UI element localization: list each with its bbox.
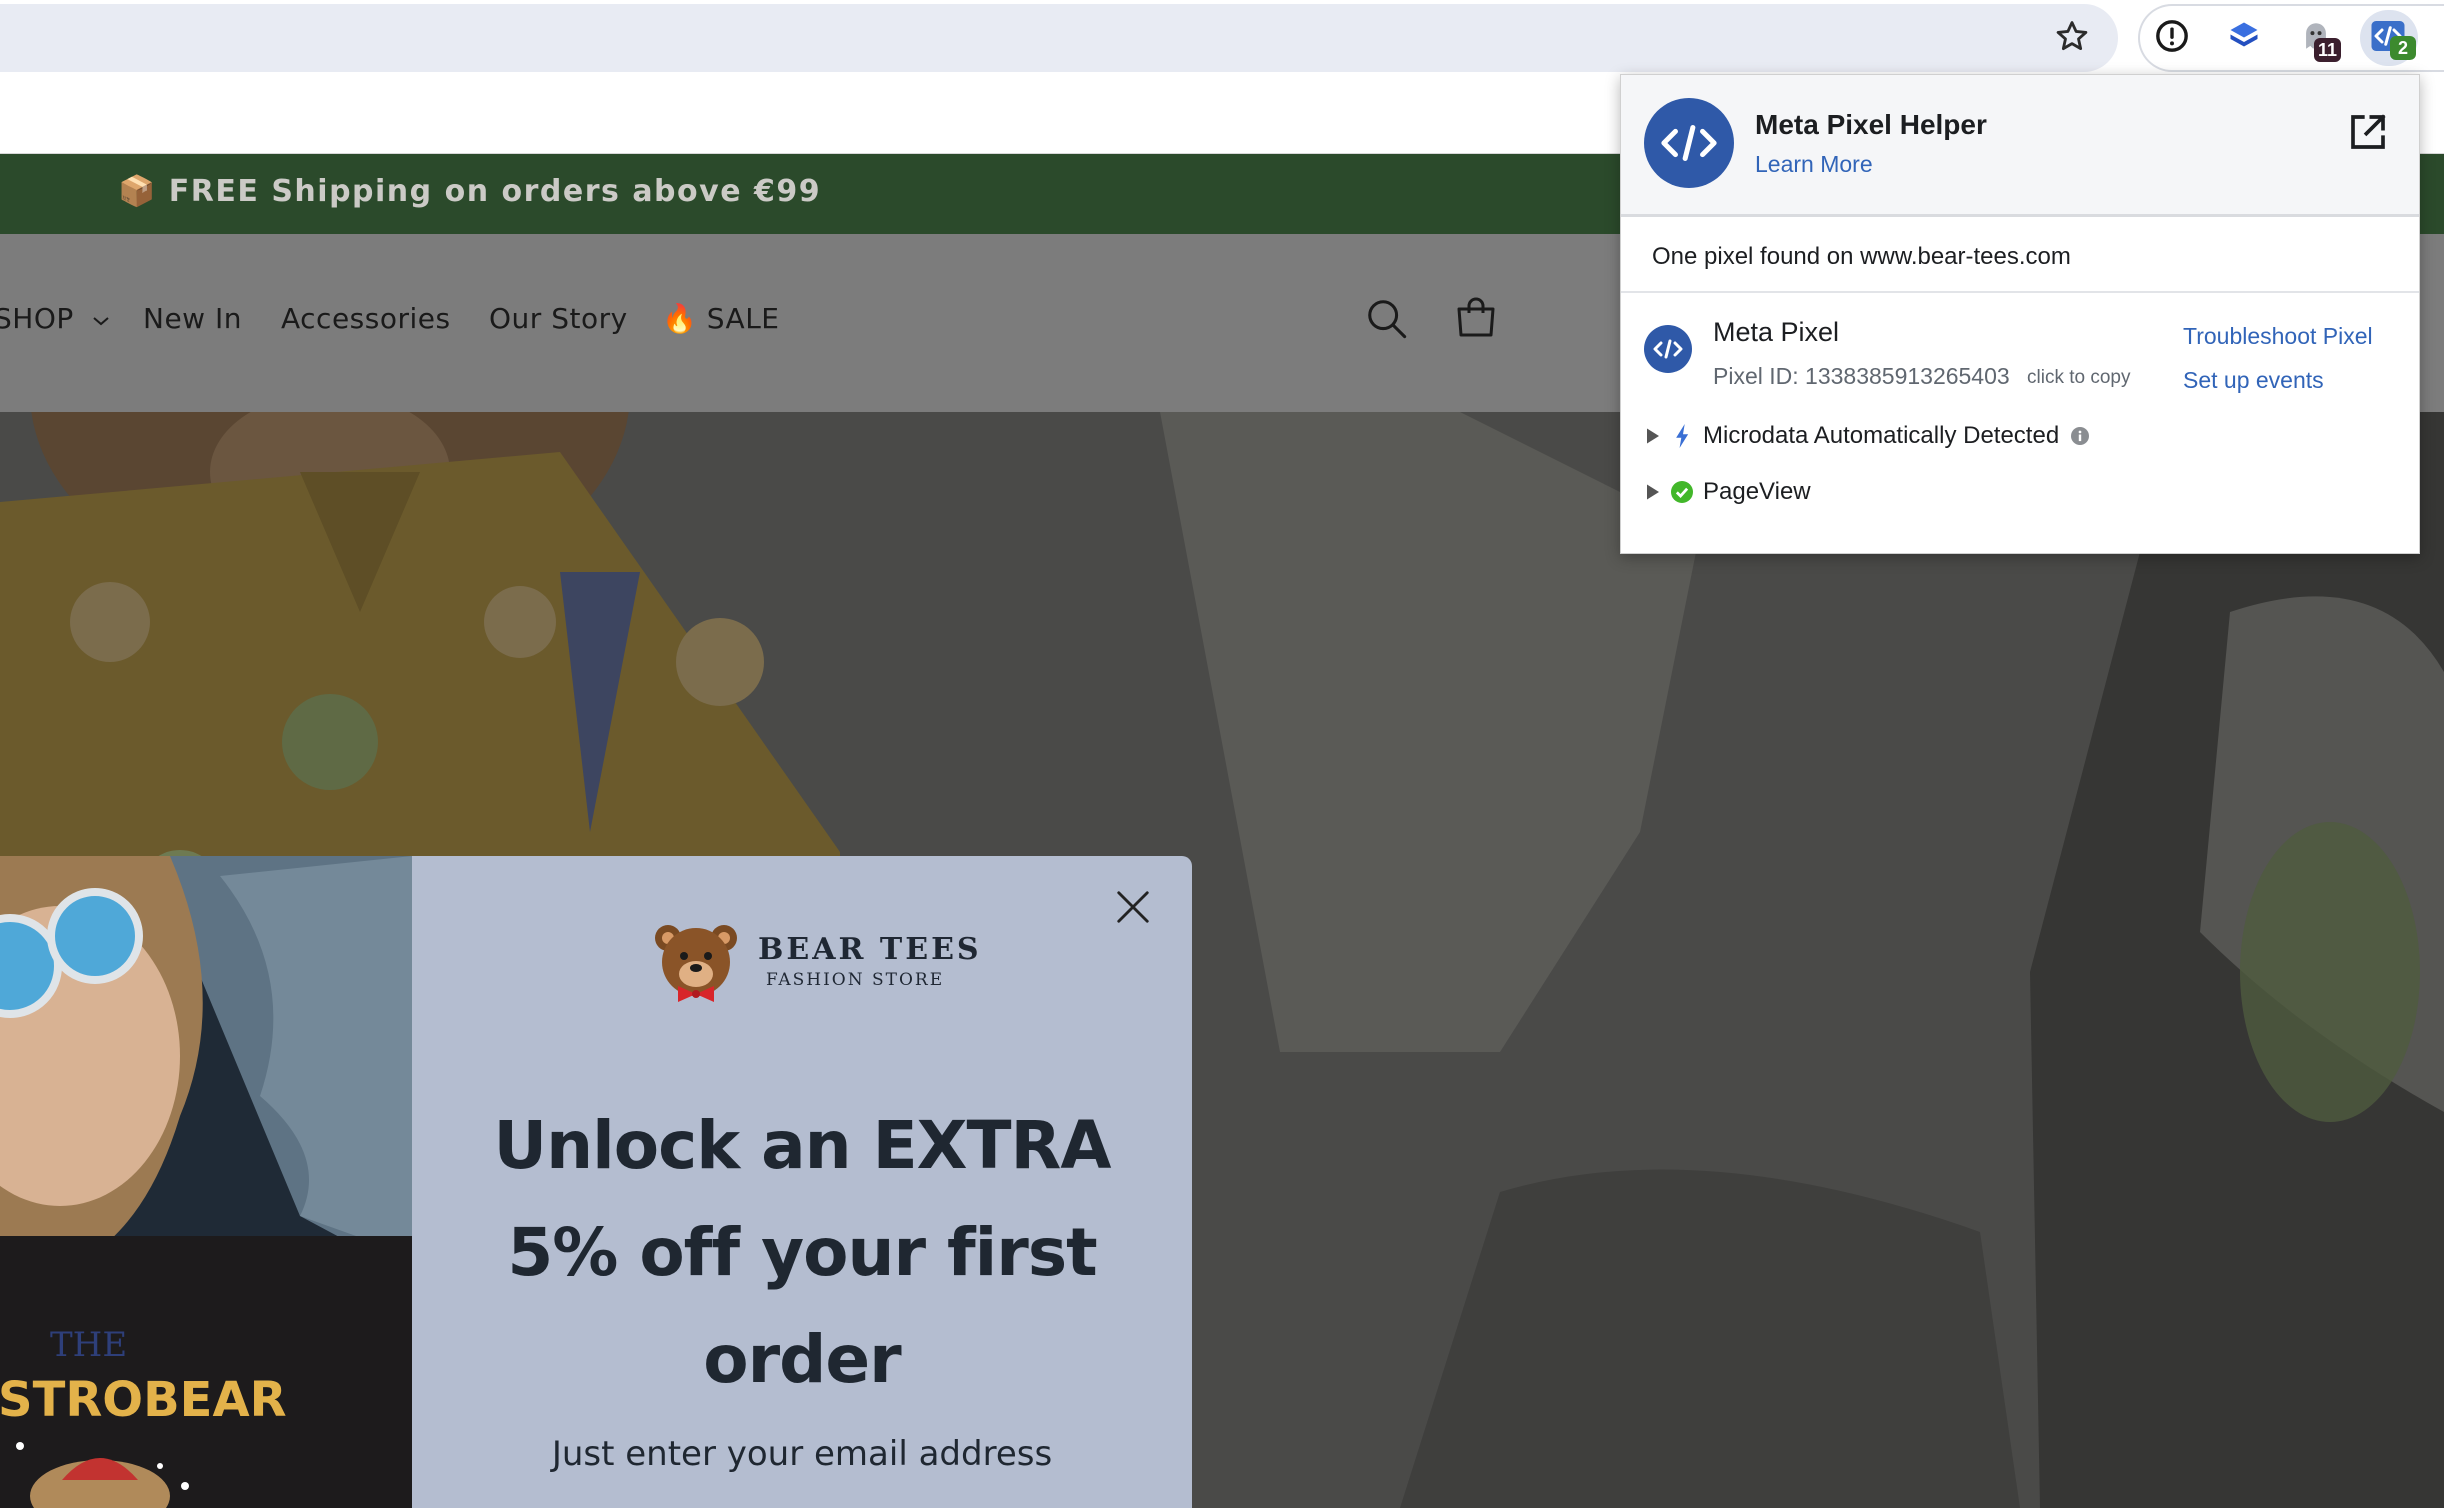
promo-heading: Unlock an EXTRA 5% off your first order — [442, 1092, 1162, 1413]
shirt-print-the: THE — [50, 1325, 127, 1365]
address-bar[interactable] — [0, 4, 2118, 72]
expand-triangle-icon — [1647, 428, 1659, 444]
event-microdata[interactable]: Microdata Automatically Detected — [1645, 419, 2090, 453]
divider — [1621, 291, 2419, 293]
brand-name: BEAR TEES — [758, 932, 982, 967]
search-icon[interactable] — [1364, 296, 1410, 342]
bookmark-star-icon[interactable] — [2050, 14, 2094, 58]
pixel-name: Meta Pixel — [1713, 317, 1840, 347]
blue-cube-icon[interactable] — [2222, 14, 2266, 58]
close-icon[interactable] — [1110, 884, 1156, 930]
nav-shop-label: SHOP — [0, 302, 74, 335]
nav-shop[interactable]: SHOP — [0, 302, 111, 335]
popup-model-image: THE STROBEAR — [0, 856, 412, 1508]
pixel-helper-title: Meta Pixel Helper — [1755, 109, 1987, 140]
popup-content: BEAR TEES FASHION STORE Unlock an EXTRA … — [412, 856, 1192, 1508]
expand-triangle-icon — [1647, 484, 1659, 500]
announcement-text: 📦 FREE Shipping on orders above €99 — [118, 174, 822, 209]
brand-subtitle: FASHION STORE — [766, 970, 945, 990]
nav-sale[interactable]: 🔥 SALE — [662, 302, 780, 335]
nav-accessories[interactable]: Accessories — [281, 302, 451, 335]
troubleshoot-pixel-link[interactable]: Troubleshoot Pixel — [2183, 323, 2373, 350]
pixel-helper-header: Meta Pixel Helper Learn More — [1621, 75, 2419, 217]
pixel-id: Pixel ID: 1338385913265403 — [1713, 363, 2010, 389]
pixel-helper-popup: Meta Pixel Helper Learn More One pixel f… — [1620, 74, 2420, 554]
brand-logo: BEAR TEES FASHION STORE — [648, 916, 979, 1012]
pixel-found-summary: One pixel found on www.bear-tees.com — [1652, 243, 2071, 270]
shirt-print-name: STROBEAR — [0, 1372, 287, 1428]
pixel-helper-badge: 2 — [2390, 36, 2416, 60]
event-pageview[interactable]: PageView — [1645, 475, 1811, 509]
event-label: Microdata Automatically Detected — [1703, 422, 2060, 449]
newsletter-popup: THE STROBEAR BEAR TEES FASHION STORE Unl… — [0, 856, 1192, 1508]
chevron-down-icon — [93, 317, 109, 326]
browser-toolbar: 11 2 — [0, 0, 2444, 76]
click-to-copy-link[interactable]: click to copy — [2027, 367, 2130, 389]
ghost-badge: 11 — [2314, 38, 2342, 62]
learn-more-link[interactable]: Learn More — [1755, 151, 1873, 178]
lightning-icon — [1676, 424, 1689, 448]
info-icon[interactable] — [2071, 427, 2090, 445]
ghost-icon[interactable]: 11 — [2294, 14, 2342, 62]
promo-subtext: Just enter your email address — [551, 1434, 1053, 1474]
open-external-icon[interactable] — [2345, 109, 2391, 155]
promo-heading-line-1: Unlock an EXTRA — [493, 1107, 1112, 1184]
meta-pixel-icon — [1644, 325, 1692, 373]
promo-heading-line-2: 5% off your first — [507, 1214, 1097, 1291]
event-label: PageView — [1703, 478, 1811, 505]
check-circle-icon — [1671, 481, 1693, 503]
set-up-events-link[interactable]: Set up events — [2183, 367, 2324, 394]
promo-heading-line-3: order — [703, 1321, 901, 1398]
nav-our-story[interactable]: Our Story — [489, 302, 628, 335]
code-brackets-icon[interactable]: 2 — [2366, 14, 2416, 60]
pixel-helper-logo-icon — [1644, 98, 1734, 188]
password-manager-icon[interactable] — [2150, 14, 2194, 58]
bear-logo-icon — [655, 925, 737, 1002]
cart-icon[interactable] — [1452, 294, 1500, 342]
nav-new-in[interactable]: New In — [143, 302, 242, 335]
model-photo: THE STROBEAR — [0, 856, 412, 1508]
